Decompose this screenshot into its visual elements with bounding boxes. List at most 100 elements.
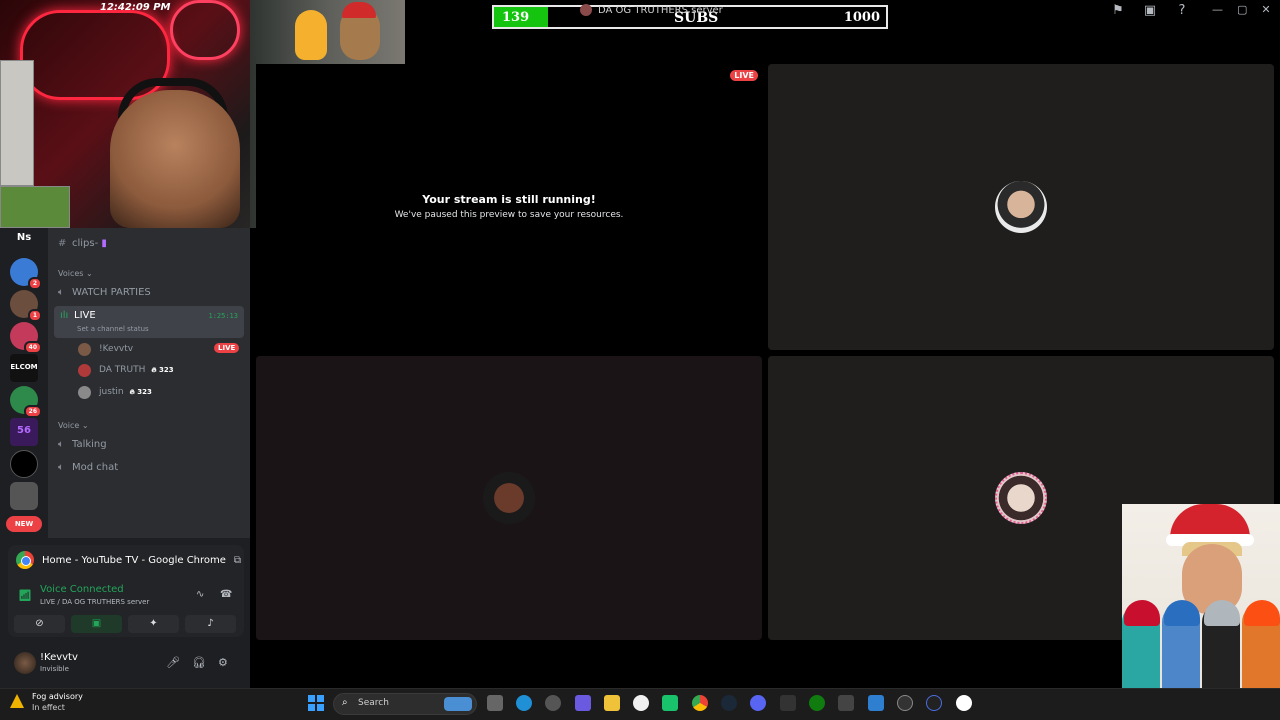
- server-icon-lock[interactable]: [10, 450, 38, 478]
- participant-tile[interactable]: [768, 64, 1274, 350]
- voice-actions: ⊘ ▣ ✦ ♪: [14, 615, 236, 633]
- channel-clips[interactable]: # clips- ▮: [58, 238, 107, 249]
- channel-watch-parties-label: WATCH PARTIES: [72, 287, 151, 298]
- itunes-icon[interactable]: [633, 695, 649, 711]
- voice-member[interactable]: DA TRUTH 🔥︎ 323: [78, 362, 174, 378]
- member-live-badge: LIVE: [214, 343, 240, 353]
- voice-activity-icon: ılı: [60, 310, 69, 321]
- search-placeholder: Search: [358, 698, 389, 708]
- channel-mod-chat-label: Mod chat: [72, 462, 119, 473]
- stream-preview[interactable]: LIVE: [256, 64, 762, 350]
- gear-icon[interactable]: ⚙: [218, 656, 228, 669]
- channel-live-timer: 1:25:13: [208, 312, 238, 320]
- search-highlight-icon: [444, 697, 472, 711]
- help-icon[interactable]: ?: [1174, 3, 1190, 19]
- server-icon-3[interactable]: 40: [10, 322, 42, 354]
- bird-figure: [295, 10, 327, 60]
- search-icon: ⌕: [342, 697, 348, 708]
- paused-subtitle: We've paused this preview to save your r…: [394, 210, 624, 220]
- activity-row[interactable]: Home - YouTube TV - Google Chrome ⧉: [16, 551, 241, 569]
- photo-overlay: [1122, 504, 1280, 688]
- screen-share-icon[interactable]: ⧉: [234, 555, 241, 566]
- avatar: [78, 363, 91, 377]
- disconnect-icon[interactable]: ☎: [220, 589, 232, 600]
- start-button[interactable]: [308, 695, 324, 711]
- helmet: [1244, 600, 1280, 626]
- new-badge[interactable]: NEW: [6, 516, 42, 532]
- voice-member[interactable]: justin 🔥︎ 323: [78, 384, 152, 400]
- channel-live[interactable]: ılı LIVE 1:25:13 Set a channel status: [54, 306, 244, 338]
- copilot-icon[interactable]: [575, 695, 591, 711]
- category-voices[interactable]: Voices ⌄: [58, 269, 93, 278]
- server-icon-elcom[interactable]: ELCOM: [10, 354, 38, 382]
- unread-badge: 26: [23, 405, 42, 418]
- mic-icon[interactable]: 🎤︎: [166, 656, 180, 669]
- minimize-icon[interactable]: —: [1212, 3, 1223, 16]
- soundboard-button[interactable]: ♪: [185, 615, 236, 633]
- discord-icon[interactable]: [750, 695, 766, 711]
- xbox-icon[interactable]: [809, 695, 825, 711]
- settings-icon[interactable]: [545, 695, 561, 711]
- obs-icon[interactable]: [897, 695, 913, 711]
- edge-icon[interactable]: [516, 695, 532, 711]
- speaker-icon: 🔈︎: [58, 439, 64, 450]
- server-icon-2[interactable]: 1: [10, 290, 42, 322]
- channel-talking[interactable]: 🔈︎ Talking: [58, 439, 107, 450]
- voice-connected-label: Voice Connected: [40, 584, 124, 595]
- participant-tile[interactable]: [256, 356, 762, 640]
- unread-badge: 40: [23, 341, 42, 354]
- clapper-icon: ▮: [98, 238, 107, 249]
- webcam-clock: 12:42:09 PM: [100, 2, 171, 13]
- server-icon-1[interactable]: 2: [10, 258, 42, 290]
- category-voice-label: Voice: [58, 421, 80, 430]
- username: !Kevvtv: [40, 652, 78, 663]
- maximize-icon[interactable]: ▢: [1237, 3, 1247, 16]
- server-ns[interactable]: Ns: [10, 232, 38, 243]
- unreal-icon[interactable]: [956, 695, 972, 711]
- activity-title: Home - YouTube TV - Google Chrome: [42, 554, 226, 566]
- server-icon-cat[interactable]: [10, 482, 38, 510]
- server-icon-56[interactable]: 56: [10, 418, 38, 446]
- spreadsheet-icon[interactable]: [662, 695, 678, 711]
- toolbar-icons: ⚑ ▣ ?: [1110, 3, 1190, 19]
- app-icon[interactable]: [838, 695, 854, 711]
- category-voices-label: Voices: [58, 269, 84, 278]
- unread-badge: 1: [27, 309, 42, 322]
- noise-suppression-icon[interactable]: ∿: [196, 589, 204, 600]
- voice-member[interactable]: !Kevvtv: [78, 341, 133, 357]
- file-explorer-icon[interactable]: [604, 695, 620, 711]
- media-icon[interactable]: [926, 695, 942, 711]
- steam-icon[interactable]: [721, 695, 737, 711]
- app-icon[interactable]: [780, 695, 796, 711]
- server-icon-4[interactable]: 26: [10, 386, 42, 418]
- headphones-icon[interactable]: 🎧︎: [192, 656, 206, 669]
- signal-icon[interactable]: 📶︎: [18, 589, 32, 602]
- streamer-face: [110, 90, 240, 228]
- server-elcom-label: ELCOM: [10, 363, 38, 371]
- taskbar-search[interactable]: ⌕ Search: [333, 693, 477, 715]
- channel-status[interactable]: Set a channel status: [77, 325, 149, 333]
- channel-mod-chat[interactable]: 🔈︎ Mod chat: [58, 462, 118, 473]
- member-name: DA TRUTH: [99, 365, 146, 375]
- inbox-icon[interactable]: ▣: [1142, 3, 1158, 19]
- flag-icon[interactable]: ⚑: [1110, 3, 1126, 19]
- member-count-value: 323: [137, 387, 152, 396]
- member-count-value: 323: [158, 365, 174, 374]
- hash-icon: #: [58, 238, 67, 249]
- screen-share-button[interactable]: ▣: [71, 615, 122, 633]
- photos-icon[interactable]: [868, 695, 884, 711]
- server-tag: DA OG TRUTHERS server: [580, 4, 723, 16]
- weather-subtitle: In effect: [32, 703, 65, 712]
- category-voice[interactable]: Voice ⌄: [58, 421, 89, 430]
- server-56-label: 56: [17, 425, 31, 436]
- camera-off-button[interactable]: ⊘: [14, 615, 65, 633]
- activities-button[interactable]: ✦: [128, 615, 179, 633]
- subs-current: 139: [502, 10, 530, 25]
- window-controls: — ▢ ✕: [1212, 3, 1271, 16]
- wall-photos: [0, 186, 70, 228]
- close-icon[interactable]: ✕: [1261, 3, 1270, 16]
- task-view-icon[interactable]: [487, 695, 503, 711]
- chrome-icon[interactable]: [692, 695, 708, 711]
- avatar[interactable]: [14, 652, 36, 674]
- channel-watch-parties[interactable]: 🔈︎ WATCH PARTIES: [58, 287, 151, 298]
